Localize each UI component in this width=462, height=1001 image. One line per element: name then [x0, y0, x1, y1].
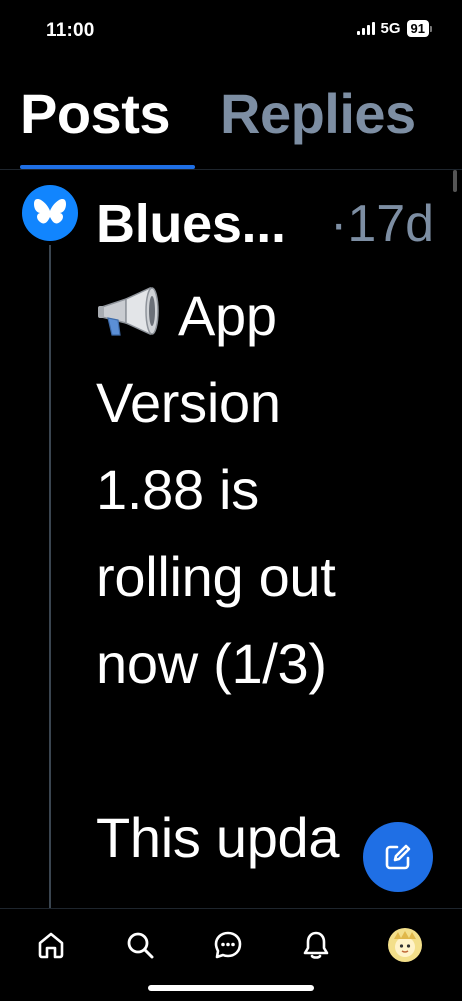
- nav-profile[interactable]: [385, 925, 425, 965]
- author-name[interactable]: Blues...: [96, 192, 286, 256]
- status-bar: 11:00 5G 91: [0, 0, 462, 62]
- signal-icon: [356, 22, 375, 35]
- butterfly-icon: [34, 199, 66, 224]
- compose-icon: [385, 844, 411, 870]
- bell-icon: [303, 931, 329, 959]
- compose-button[interactable]: [363, 822, 433, 892]
- search-icon: [127, 932, 154, 959]
- author-avatar[interactable]: [22, 185, 78, 241]
- status-indicators: 5G 91: [356, 20, 432, 37]
- nav-search[interactable]: [120, 925, 160, 965]
- battery-level: 91: [406, 20, 429, 37]
- battery-icon: 91: [406, 20, 432, 37]
- post-timestamp: ·17d: [330, 195, 435, 253]
- home-indicator[interactable]: [148, 985, 314, 991]
- nav-notifications[interactable]: [296, 925, 336, 965]
- tab-replies[interactable]: Replies: [220, 82, 416, 146]
- network-label: 5G: [380, 20, 401, 37]
- chat-icon: [214, 931, 242, 959]
- tab-posts[interactable]: Posts: [20, 82, 171, 146]
- post-body: App Version 1.88 is rolling out now (1/3…: [96, 284, 340, 869]
- nav-home[interactable]: [31, 925, 71, 965]
- thread-line: [49, 245, 51, 910]
- home-icon: [38, 932, 64, 959]
- post-text: App Version 1.88 is rolling out now (1/3…: [96, 272, 456, 881]
- avatar: [388, 928, 422, 962]
- nav-chat[interactable]: [208, 925, 248, 965]
- megaphone-icon: [98, 286, 159, 336]
- profile-tabs: Posts Replies: [0, 62, 462, 170]
- status-time: 11:00: [46, 20, 95, 41]
- post[interactable]: Blues... ·17d App Version 1.88 is rollin…: [0, 170, 462, 910]
